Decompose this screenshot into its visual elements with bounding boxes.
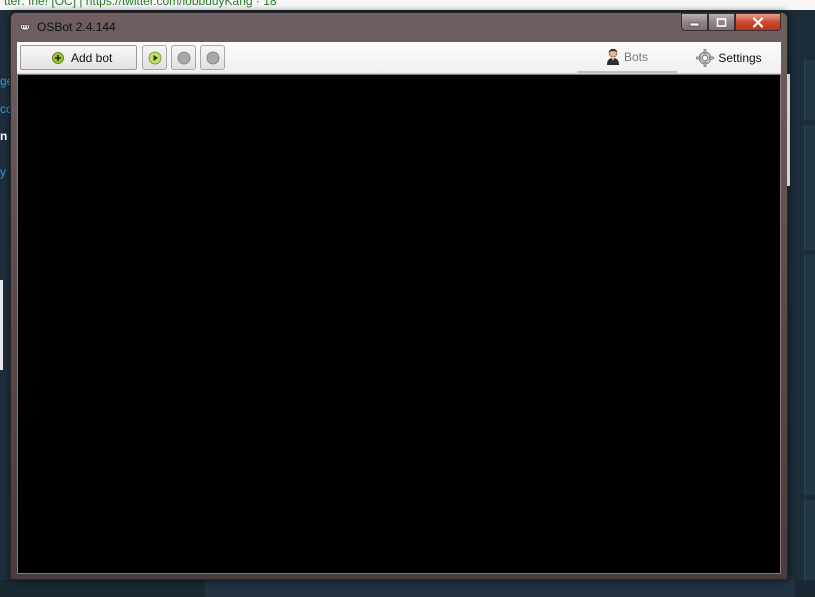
user-icon bbox=[606, 48, 619, 65]
osbot-window: OSBot 2.4.144 Add bot Bots Settings bbox=[10, 12, 790, 580]
background-right-panel bbox=[788, 10, 815, 597]
play-icon bbox=[148, 51, 161, 64]
maximize-icon bbox=[716, 17, 727, 27]
background-url-strip: tter: Ihe! [OC] | https://twitter.com/lo… bbox=[0, 0, 815, 10]
add-bot-label: Add bot bbox=[71, 50, 113, 65]
scrollbar-highlight bbox=[787, 74, 790, 186]
background-fragment: y bbox=[0, 165, 6, 179]
toolbar: Add bot Bots Settings bbox=[17, 42, 781, 74]
tab-bots[interactable]: Bots bbox=[577, 42, 677, 73]
add-bot-button[interactable]: Add bot bbox=[20, 45, 137, 70]
play-button[interactable] bbox=[142, 45, 167, 70]
pause-icon bbox=[177, 51, 190, 64]
maximize-button[interactable] bbox=[708, 13, 735, 31]
background-tile bbox=[804, 60, 815, 120]
osbot-helmet-icon bbox=[19, 24, 31, 31]
background-fragment: n bbox=[0, 129, 8, 143]
background-url-text: tter: Ihe! [OC] | https://twitter.com/lo… bbox=[4, 0, 277, 8]
background-panel-edge bbox=[0, 280, 3, 370]
close-icon bbox=[752, 16, 764, 28]
caption-buttons bbox=[681, 13, 781, 32]
background-bottom bbox=[0, 580, 815, 597]
minimize-button[interactable] bbox=[681, 13, 708, 31]
window-title: OSBot 2.4.144 bbox=[37, 20, 116, 34]
tab-bots-label: Bots bbox=[623, 49, 648, 64]
tab-settings[interactable]: Settings bbox=[679, 42, 779, 73]
title-bar[interactable]: OSBot 2.4.144 bbox=[11, 13, 787, 41]
gear-icon bbox=[696, 48, 715, 67]
pause-button[interactable] bbox=[171, 45, 196, 70]
stop-icon bbox=[206, 51, 219, 64]
bot-canvas[interactable] bbox=[17, 74, 781, 574]
stop-button[interactable] bbox=[200, 45, 225, 70]
minimize-icon bbox=[689, 22, 700, 26]
background-tile bbox=[804, 125, 815, 250]
background-tile bbox=[804, 500, 815, 587]
plus-circle-icon bbox=[52, 52, 64, 64]
background-tile bbox=[804, 255, 815, 495]
tab-settings-label: Settings bbox=[718, 50, 762, 65]
close-button[interactable] bbox=[735, 13, 781, 31]
background-bottom-shade bbox=[205, 580, 795, 597]
